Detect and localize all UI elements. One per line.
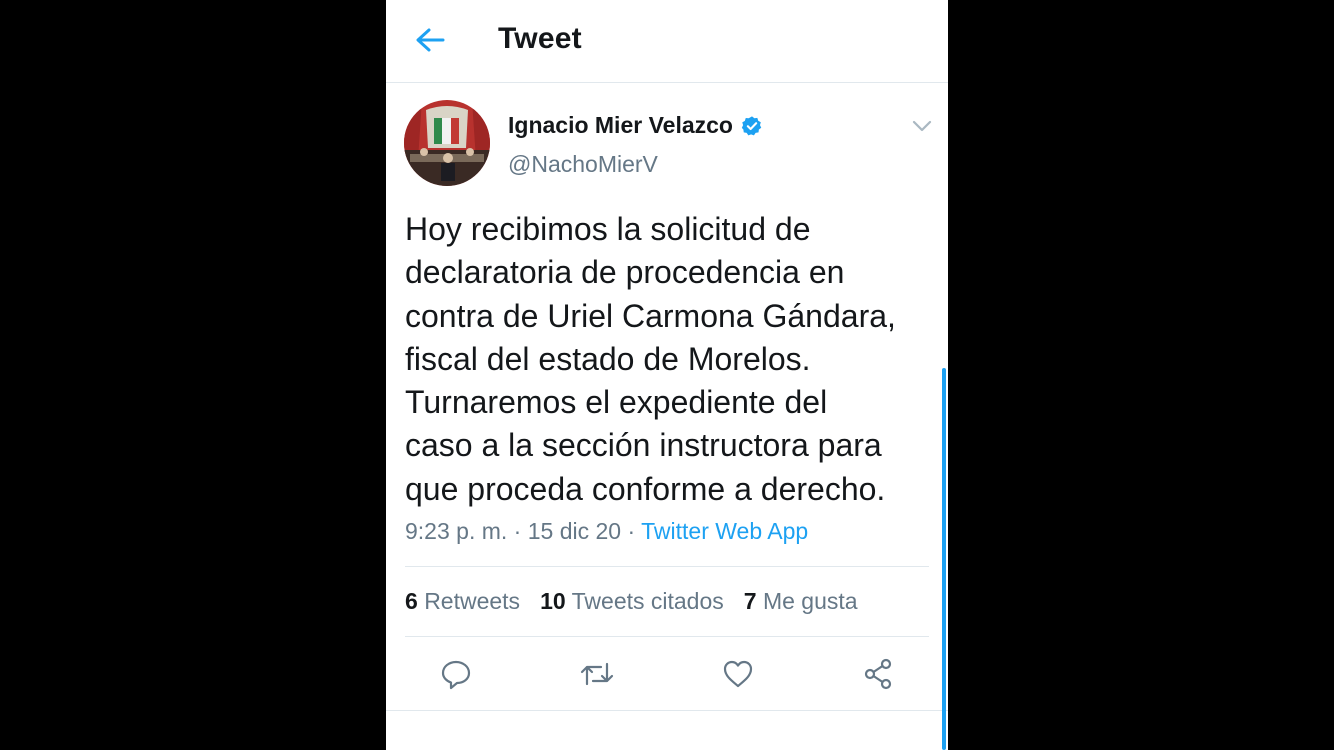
tweet-source-link[interactable]: Twitter Web App bbox=[641, 518, 808, 544]
author-handle[interactable]: @NachoMierV bbox=[508, 151, 658, 178]
author-name-text: Ignacio Mier Velazco bbox=[508, 112, 733, 138]
arrow-left-icon bbox=[416, 28, 445, 52]
meta-separator: · bbox=[621, 518, 642, 544]
divider bbox=[386, 710, 948, 711]
reply-icon bbox=[441, 660, 471, 690]
tweet-date: 15 dic 20 bbox=[527, 518, 622, 544]
like-icon bbox=[723, 660, 753, 688]
author-name[interactable]: Ignacio Mier Velazco bbox=[508, 112, 763, 139]
tweet-stats: 6 Retweets 10 Tweets citados 7 Me gusta bbox=[405, 588, 858, 615]
share-icon bbox=[864, 658, 892, 690]
avatar-photo bbox=[404, 100, 490, 186]
more-options-button[interactable] bbox=[908, 112, 936, 140]
retweet-icon bbox=[580, 662, 614, 686]
verified-badge-icon bbox=[741, 115, 762, 135]
share-button[interactable] bbox=[856, 652, 900, 696]
scrollbar[interactable] bbox=[942, 368, 946, 750]
action-bar bbox=[386, 652, 948, 698]
retweets-count[interactable]: 6 Retweets bbox=[405, 588, 520, 615]
back-button[interactable] bbox=[408, 20, 452, 60]
top-bar: Tweet bbox=[386, 0, 948, 83]
page-title: Tweet bbox=[498, 22, 582, 55]
tweet-timestamp: 9:23 p. m. · 15 dic 20 · Twitter Web App bbox=[405, 518, 808, 545]
tweet-time: 9:23 p. m. bbox=[405, 518, 508, 544]
quote-tweets-count[interactable]: 10 Tweets citados bbox=[540, 588, 724, 615]
meta-separator: · bbox=[507, 518, 528, 544]
reply-button[interactable] bbox=[434, 652, 478, 696]
likes-count[interactable]: 7 Me gusta bbox=[744, 588, 858, 615]
divider bbox=[405, 566, 929, 567]
retweet-button[interactable] bbox=[575, 652, 619, 696]
tweet-text: Hoy recibimos la solicitud de declarator… bbox=[405, 211, 896, 507]
like-button[interactable] bbox=[716, 652, 760, 696]
avatar[interactable] bbox=[404, 100, 490, 186]
divider bbox=[405, 636, 929, 637]
tweet-detail-screen: Tweet Ignacio Mier Velazco @NachoMierV H… bbox=[386, 0, 948, 750]
chevron-down-icon bbox=[912, 120, 932, 132]
